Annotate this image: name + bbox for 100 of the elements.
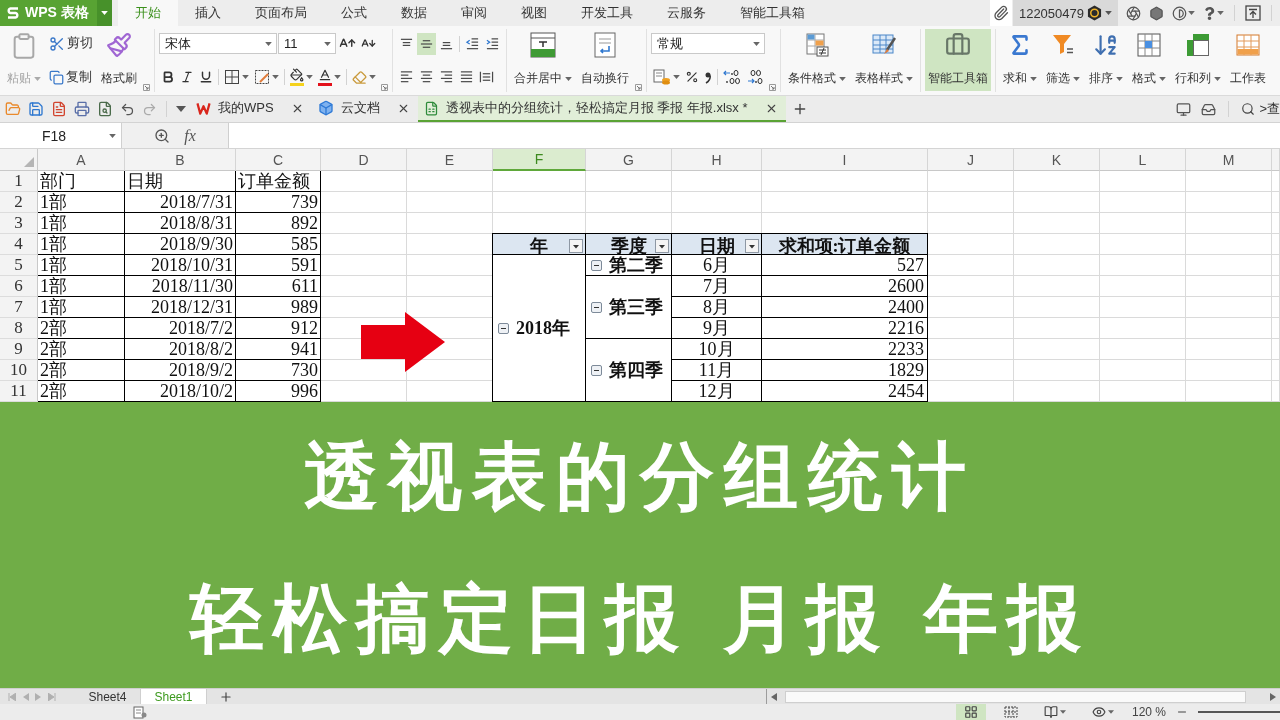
column-header[interactable]: E bbox=[407, 149, 493, 171]
minus-box-icon[interactable] bbox=[591, 301, 602, 313]
document-tab[interactable]: 我的WPS bbox=[190, 96, 312, 122]
row-number[interactable]: 1 bbox=[0, 171, 38, 192]
aperture-icon[interactable] bbox=[1126, 5, 1141, 21]
macro-icon[interactable] bbox=[133, 705, 147, 719]
undo-icon[interactable] bbox=[120, 101, 135, 117]
monitor-icon[interactable] bbox=[1176, 101, 1192, 117]
upload-icon[interactable] bbox=[1245, 5, 1261, 21]
document-tab[interactable]: 透视表中的分组统计，轻松搞定月报 季报 年报.xlsx * bbox=[417, 96, 786, 122]
row-number[interactable]: 10 bbox=[0, 360, 38, 381]
view-mode-button[interactable] bbox=[955, 704, 986, 720]
column-header[interactable]: G bbox=[586, 149, 672, 171]
row-number[interactable]: 9 bbox=[0, 339, 38, 360]
row-number[interactable]: 5 bbox=[0, 255, 38, 276]
ribbon-tab[interactable]: 公式 bbox=[324, 0, 384, 26]
minus-box-icon[interactable] bbox=[498, 322, 509, 334]
ribbon-tool-button[interactable]: 工作表 bbox=[1227, 29, 1269, 91]
print-preview-icon[interactable] bbox=[97, 101, 113, 117]
contrast-icon[interactable] bbox=[1172, 5, 1187, 21]
wrap-text-button[interactable]: 自动换行 bbox=[578, 29, 632, 91]
dialog-launcher-icon[interactable] bbox=[143, 84, 150, 91]
ribbon-tab[interactable]: 开始 bbox=[118, 0, 178, 26]
help-icon[interactable] bbox=[1203, 6, 1216, 20]
ribbon-tool-button[interactable]: 表格样式 bbox=[852, 29, 916, 91]
table-cell: 8月 bbox=[672, 297, 762, 318]
ribbon-tool-button[interactable]: 格式 bbox=[1129, 29, 1169, 91]
ribbon-tool-button[interactable]: 行和列 bbox=[1172, 29, 1224, 91]
row-number[interactable]: 2 bbox=[0, 192, 38, 213]
cut-button[interactable]: 剪切 bbox=[47, 32, 95, 55]
ribbon-tab[interactable]: 开发工具 bbox=[564, 0, 650, 26]
column-header[interactable]: L bbox=[1100, 149, 1186, 171]
scroll-right-icon[interactable] bbox=[1270, 692, 1276, 701]
row-number[interactable]: 8 bbox=[0, 318, 38, 339]
column-header[interactable]: D bbox=[321, 149, 407, 171]
copy-button[interactable]: 复制 bbox=[47, 66, 95, 89]
column-header[interactable]: B bbox=[125, 149, 236, 171]
ribbon-tool-button[interactable]: 求和 bbox=[1000, 29, 1040, 91]
caret-icon[interactable] bbox=[176, 106, 186, 112]
ribbon-tool-button[interactable]: 条件格式 bbox=[785, 29, 849, 91]
ribbon-tool-button[interactable]: 排序 bbox=[1086, 29, 1126, 91]
ribbon-tab[interactable]: 数据 bbox=[384, 0, 444, 26]
dialog-launcher-icon[interactable] bbox=[769, 84, 776, 91]
table-cell: 2部 bbox=[38, 318, 125, 339]
filter-dropdown-button[interactable] bbox=[655, 239, 669, 253]
paperclip-icon[interactable] bbox=[989, 0, 1012, 26]
row-number[interactable]: 11 bbox=[0, 381, 38, 402]
search-button[interactable]: >查 bbox=[1241, 100, 1280, 118]
row-number[interactable]: 7 bbox=[0, 297, 38, 318]
column-header[interactable]: C bbox=[236, 149, 321, 171]
printer-icon[interactable] bbox=[74, 101, 90, 117]
name-box[interactable]: F18 bbox=[0, 123, 122, 148]
font-size-select[interactable]: 11 bbox=[278, 33, 336, 55]
rows-columns-icon bbox=[1185, 32, 1211, 58]
formula-input[interactable] bbox=[228, 123, 1280, 148]
merge-center-button[interactable]: 合并居中 bbox=[511, 29, 575, 91]
ribbon-tab[interactable]: 智能工具箱 bbox=[723, 0, 822, 26]
ribbon-tab[interactable]: 页面布局 bbox=[238, 0, 324, 26]
row-number[interactable]: 6 bbox=[0, 276, 38, 297]
table-cell: 2部 bbox=[38, 339, 125, 360]
column-header[interactable]: J bbox=[928, 149, 1014, 171]
minus-box-icon[interactable] bbox=[591, 364, 602, 376]
minus-box-icon[interactable] bbox=[591, 259, 602, 271]
account-button[interactable]: 122050479 bbox=[1012, 0, 1118, 26]
dialog-launcher-icon[interactable] bbox=[635, 84, 642, 91]
filter-dropdown-button[interactable] bbox=[745, 239, 759, 253]
column-header[interactable]: I bbox=[762, 149, 928, 171]
number-format-select[interactable]: 常规 bbox=[651, 33, 765, 54]
zoom-icon[interactable] bbox=[154, 127, 171, 144]
ribbon-tab[interactable]: 云服务 bbox=[650, 0, 723, 26]
format-painter-button[interactable]: 格式刷 bbox=[98, 29, 140, 91]
document-icon[interactable] bbox=[51, 101, 67, 117]
function-button[interactable]: fx bbox=[184, 126, 196, 145]
column-header[interactable]: H bbox=[672, 149, 762, 171]
dialog-launcher-icon[interactable] bbox=[381, 84, 388, 91]
scrollbar-thumb[interactable] bbox=[785, 690, 1246, 703]
ribbon-tab[interactable]: 插入 bbox=[178, 0, 238, 26]
filter-dropdown-button[interactable] bbox=[569, 239, 583, 253]
column-header[interactable]: K bbox=[1014, 149, 1100, 171]
page-break-icon bbox=[1003, 706, 1018, 718]
ribbon-tool-button[interactable]: 智能工具箱 bbox=[925, 29, 991, 91]
ribbon-tab[interactable]: 视图 bbox=[504, 0, 564, 26]
currency-icon bbox=[653, 69, 671, 85]
scroll-left-icon[interactable] bbox=[771, 692, 777, 701]
align-middle-button[interactable] bbox=[417, 32, 436, 55]
sheet-tab[interactable]: Sheet1 bbox=[141, 689, 207, 704]
hexagon-icon[interactable] bbox=[1149, 5, 1164, 21]
document-tab[interactable]: 云文档 bbox=[311, 96, 418, 122]
plus-icon[interactable] bbox=[219, 689, 233, 704]
fill-color-button[interactable] bbox=[288, 66, 315, 89]
inbox-icon[interactable] bbox=[1201, 101, 1217, 117]
row-number[interactable]: 4 bbox=[0, 234, 38, 255]
font-name-select[interactable]: 宋体 bbox=[159, 33, 277, 55]
save-icon[interactable] bbox=[28, 101, 44, 117]
ribbon-tab[interactable]: 审阅 bbox=[444, 0, 504, 26]
column-header[interactable]: A bbox=[38, 149, 125, 171]
row-number[interactable]: 3 bbox=[0, 213, 38, 234]
column-header[interactable]: M bbox=[1186, 149, 1272, 171]
caret-icon[interactable] bbox=[97, 0, 112, 26]
ribbon-tool-button[interactable]: 筛选 bbox=[1043, 29, 1083, 91]
